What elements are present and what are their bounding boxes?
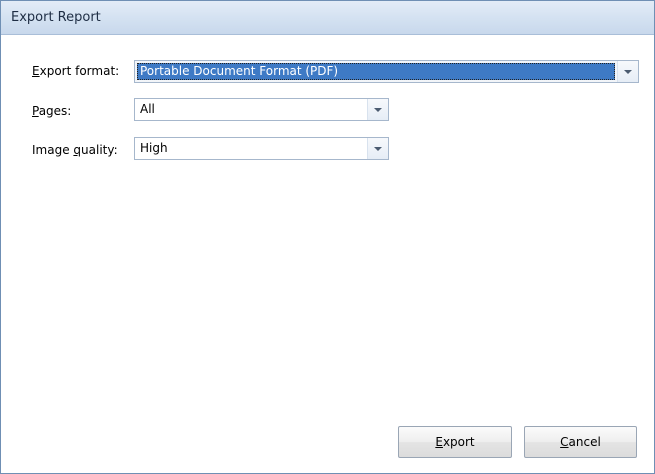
chevron-down-icon[interactable] — [367, 138, 388, 159]
chevron-down-icon[interactable] — [367, 99, 388, 120]
export-format-label: Export format: — [32, 64, 120, 78]
chevron-down-icon[interactable] — [617, 61, 638, 82]
export-button[interactable]: Export — [398, 426, 512, 458]
image-quality-value: High — [140, 141, 168, 155]
image-quality-label: Image quality: — [32, 143, 118, 157]
pages-value: All — [140, 102, 155, 116]
export-format-value: Portable Document Format (PDF) — [140, 64, 339, 78]
title-bar[interactable]: Export Report — [1, 1, 654, 35]
export-report-dialog: Export Report Export format: Portable Do… — [0, 0, 655, 474]
export-format-select[interactable]: Portable Document Format (PDF) — [134, 60, 639, 83]
image-quality-select[interactable]: High — [134, 137, 389, 160]
pages-select[interactable]: All — [134, 98, 389, 121]
dialog-title: Export Report — [11, 10, 101, 25]
cancel-button[interactable]: Cancel — [524, 426, 637, 458]
pages-label: Pages: — [32, 104, 72, 118]
